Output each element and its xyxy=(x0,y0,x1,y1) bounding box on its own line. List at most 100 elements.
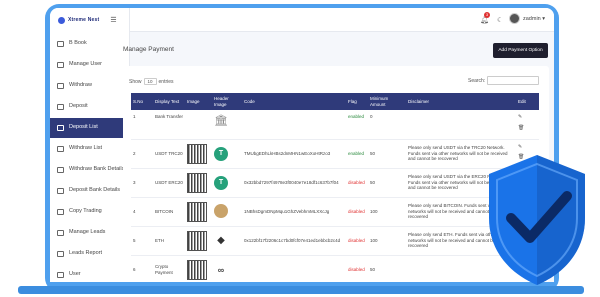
cell-display-text: Crypto Payment xyxy=(153,255,185,282)
brand-name: Xtreme Nest xyxy=(68,17,100,23)
sidebar-item-label: Deposit Bank Details xyxy=(69,187,121,193)
ethereum-icon: ◆ xyxy=(217,234,225,246)
sidebar-item-label: Leads Report xyxy=(69,250,103,256)
cell-image xyxy=(185,197,212,227)
app-screen: Xtreme Nest ☰ B Book Manage User Withdraw D… xyxy=(50,8,554,282)
sidebar-item-b-book[interactable]: B Book xyxy=(50,34,129,54)
cell-header-image: T xyxy=(212,168,242,198)
column-header[interactable]: Flag xyxy=(346,93,368,110)
column-header[interactable]: S.No xyxy=(131,93,153,110)
cell-min-amount: 100 xyxy=(368,226,406,256)
cell-flag: disabled xyxy=(346,168,368,198)
cell-display-text: Bank Transfer xyxy=(153,110,185,140)
sidebar-item-copy-trading[interactable]: Copy Trading xyxy=(50,202,129,222)
withdraw-icon xyxy=(57,82,64,89)
table-row: 1 Bank Transfer 🏛︎ enabled 0 ✎ 🗑︎ xyxy=(131,110,539,140)
cell-flag: disabled xyxy=(346,197,368,227)
user-menu[interactable]: zadmin ▾ xyxy=(523,16,545,22)
table-row: 4 BITCOIN 1NBhsDgmDNpMqu1GhZVebhmMLXXcJg di… xyxy=(131,197,539,227)
sidebar-item-withdraw-bank-details[interactable]: Withdraw Bank Details xyxy=(50,160,129,180)
cell-image xyxy=(185,139,212,169)
shield-check-icon xyxy=(489,155,585,285)
cell-code: 1NBhsDgmDNpMqu1GhZVebhmMLXXcJg xyxy=(242,197,346,227)
notification-badge: 3 xyxy=(484,12,490,18)
sidebar-item-deposit[interactable]: Deposit xyxy=(50,97,129,117)
chainlink-icon: ∞ xyxy=(217,264,225,275)
cell-code: 0x122bf17f2206c1c7bd0fcf07e41ed1ebbcb2c4… xyxy=(242,226,346,256)
cell-code: TMUbgEDhLkHBs2dnMHN1wEoXoHtRzo3 xyxy=(242,139,346,169)
bitcoin-icon xyxy=(214,203,228,218)
column-header[interactable]: Disclaimer xyxy=(406,93,516,110)
cell-header-image: ∞ xyxy=(212,255,242,282)
cell-min-amount: 0 xyxy=(368,110,406,140)
bank-icon xyxy=(57,187,64,194)
qr-code-image xyxy=(187,172,207,193)
table-row: 3 USDT ERC20 T 0x32bbd7297f4978e3f0040e7e18… xyxy=(131,168,539,198)
brand[interactable]: Xtreme Nest ☰ xyxy=(50,8,129,32)
sidebar-item-label: Withdraw xyxy=(69,82,92,88)
list-icon xyxy=(57,124,64,131)
sidebar-item-label: Withdraw List xyxy=(69,145,103,151)
column-header[interactable]: Header Image xyxy=(212,93,242,110)
user-name: zadmin xyxy=(523,16,541,22)
sidebar-item-manage-user[interactable]: Manage User xyxy=(50,55,129,75)
book-icon xyxy=(57,40,64,47)
sidebar-item-deposit-bank-details[interactable]: Deposit Bank Details xyxy=(50,181,129,201)
cell-image xyxy=(185,255,212,282)
sidebar-item-label: Manage Leads xyxy=(69,229,106,235)
leads-icon xyxy=(57,229,64,236)
cell-code xyxy=(242,255,346,282)
menu-toggle-icon[interactable]: ☰ xyxy=(110,16,116,24)
entries-select[interactable]: 10 xyxy=(143,78,157,85)
cell-sno: 4 xyxy=(131,197,153,227)
sidebar-item-label: Manage User xyxy=(69,61,103,67)
cell-sno: 2 xyxy=(131,139,153,169)
search-input[interactable] xyxy=(487,76,539,85)
moon-icon[interactable]: ☾ xyxy=(497,16,503,24)
table-row: 5 ETH ◆ 0x122bf17f2206c1c7bd0fcf07e41ed1ebb… xyxy=(131,226,539,256)
column-header[interactable]: Image xyxy=(185,93,212,110)
sidebar-item-leads-report[interactable]: Leads Report xyxy=(50,244,129,264)
qr-code-image xyxy=(187,201,207,222)
cell-display-text: USDT ERC20 xyxy=(153,168,185,198)
cell-image xyxy=(185,110,212,140)
sidebar-item-withdraw[interactable]: Withdraw xyxy=(50,76,129,96)
trash-icon[interactable]: 🗑︎ xyxy=(518,125,537,132)
cell-min-amount: 50 xyxy=(368,255,406,282)
sidebar-item-manage-leads[interactable]: Manage Leads xyxy=(50,223,129,243)
copy-icon xyxy=(57,208,64,215)
cell-header-image: ◆ xyxy=(212,226,242,256)
user-icon xyxy=(57,61,64,68)
column-header[interactable]: Display Text xyxy=(153,93,185,110)
sidebar-item-withdraw-list[interactable]: Withdraw List xyxy=(50,139,129,159)
cell-display-text: USDT TRC20 xyxy=(153,139,185,169)
bank-icon xyxy=(57,166,64,173)
cell-sno: 1 xyxy=(131,110,153,140)
brand-logo-icon xyxy=(58,16,65,24)
cell-disclaimer xyxy=(406,110,516,140)
tether-icon: T xyxy=(214,146,228,161)
column-header[interactable]: Minimum Amount xyxy=(368,93,406,110)
sidebar: Xtreme Nest ☰ B Book Manage User Withdraw D… xyxy=(50,8,130,282)
qr-code-image xyxy=(187,230,207,251)
edit-icon[interactable]: ✎ xyxy=(518,114,537,121)
edit-icon[interactable]: ✎ xyxy=(518,144,537,151)
add-payment-option-button[interactable]: Add Payment Option xyxy=(493,43,548,58)
cell-min-amount: 100 xyxy=(368,197,406,227)
entries-label: entries xyxy=(158,78,174,85)
column-header[interactable]: Code xyxy=(242,93,346,110)
sidebar-item-label: Deposit List xyxy=(69,124,98,130)
column-header[interactable]: Edit xyxy=(516,93,539,110)
cell-image xyxy=(185,168,212,198)
cell-header-image xyxy=(212,197,242,227)
list-icon xyxy=(57,145,64,152)
qr-code-image xyxy=(187,143,207,164)
table-row: 6 Crypto Payment ∞ disabled 50 xyxy=(131,255,539,282)
avatar[interactable] xyxy=(509,13,520,24)
payment-table: S.No Display Text Image Header Image Code Fla… xyxy=(131,93,539,282)
sidebar-item-user[interactable]: User xyxy=(50,265,129,282)
sidebar-item-deposit-list[interactable]: Deposit List xyxy=(50,118,129,138)
search-label: Search: xyxy=(468,78,486,84)
table-header-row: S.No Display Text Image Header Image Code Fla… xyxy=(131,93,539,110)
cell-min-amount: 50 xyxy=(368,168,406,198)
